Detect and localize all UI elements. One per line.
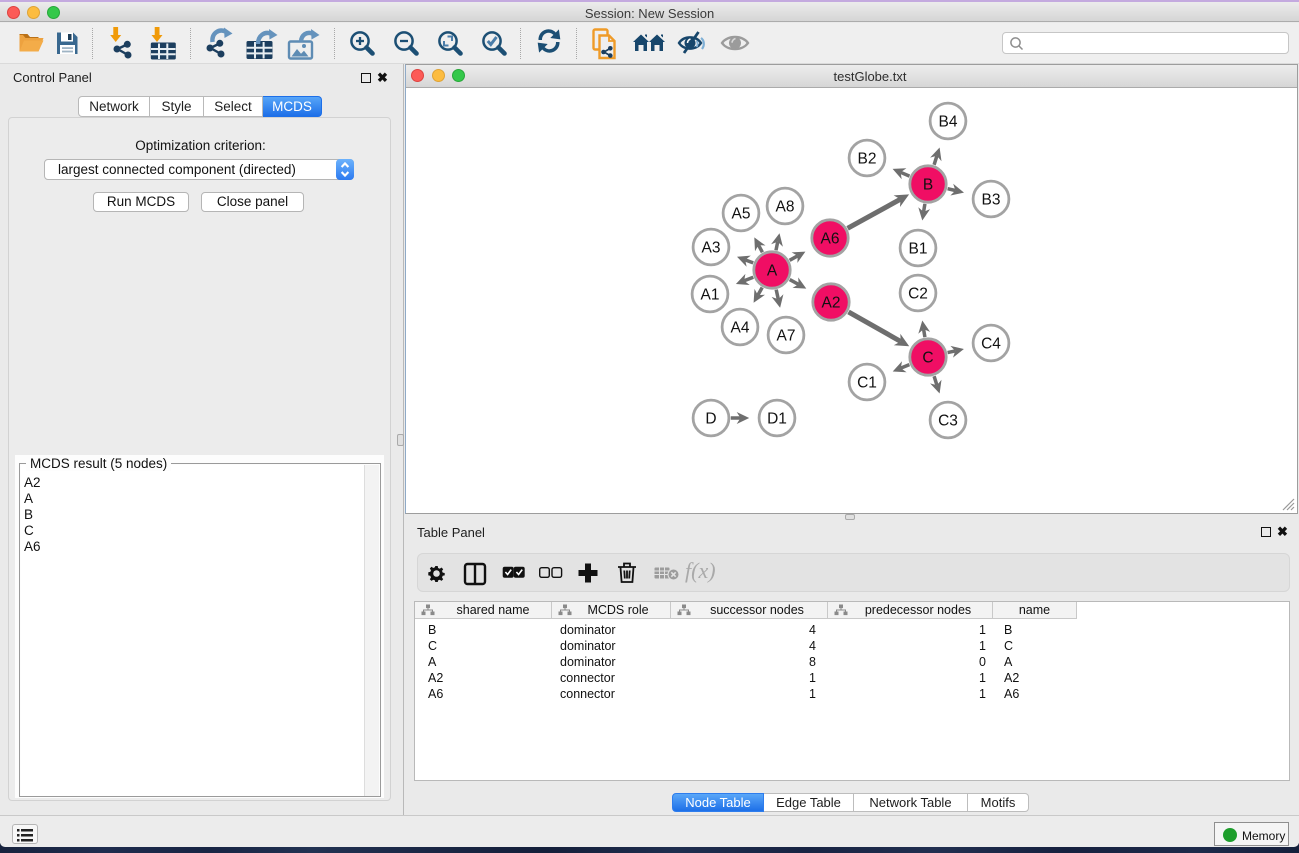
svg-text:A7: A7 [777,328,796,345]
svg-text:A3: A3 [702,240,721,257]
svg-text:B1: B1 [909,241,928,258]
svg-text:B3: B3 [982,192,1001,209]
svg-text:C: C [922,350,933,367]
svg-text:A6: A6 [821,231,840,248]
svg-text:C1: C1 [857,375,877,392]
svg-text:B4: B4 [939,114,958,131]
svg-text:A2: A2 [822,295,841,312]
svg-text:A8: A8 [776,199,795,216]
svg-text:A5: A5 [732,206,751,223]
svg-text:A4: A4 [731,320,750,337]
svg-text:B2: B2 [858,151,877,168]
svg-text:B: B [923,177,933,194]
svg-text:D1: D1 [767,411,787,428]
svg-text:C2: C2 [908,286,928,303]
svg-text:D: D [705,411,716,428]
svg-text:A: A [767,263,778,280]
svg-text:C4: C4 [981,336,1001,353]
svg-text:C3: C3 [938,413,958,430]
svg-text:A1: A1 [701,287,720,304]
